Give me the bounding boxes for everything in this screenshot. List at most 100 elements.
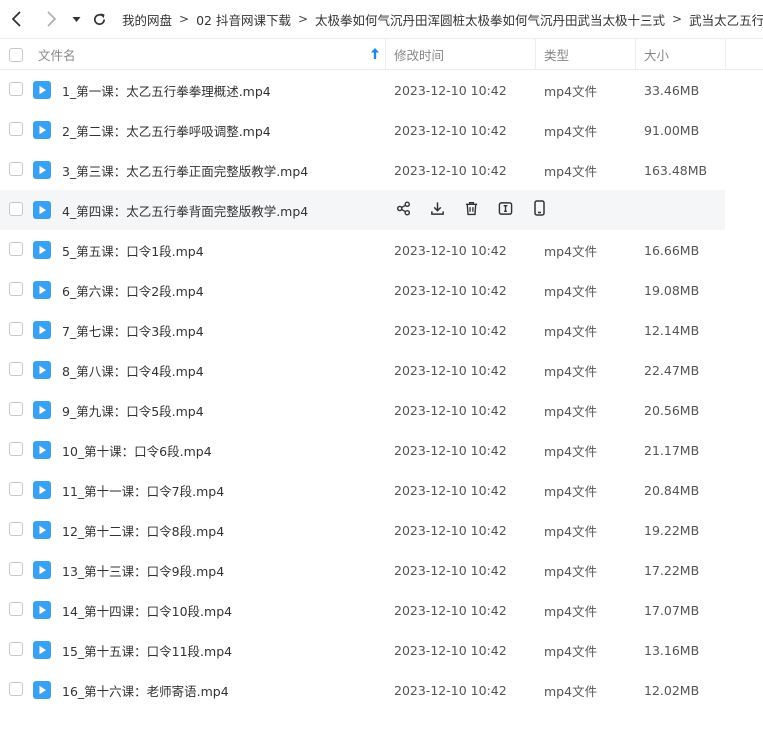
row-checkbox[interactable] [9,362,23,376]
file-name[interactable]: 11_第十一课：口令7段.mp4 [62,470,224,510]
row-checkbox[interactable] [9,322,23,336]
back-button[interactable] [4,0,30,38]
file-row[interactable]: 4_第四课：太乙五行拳背面完整版教学.mp4 [0,190,725,230]
refresh-button[interactable] [86,0,112,38]
column-header-modified[interactable]: 修改时间 [394,39,444,70]
row-checkbox[interactable] [9,522,23,536]
row-checkbox[interactable] [9,122,23,136]
file-row[interactable]: 5_第五课：口令1段.mp4 2023-12-10 10:42 mp4文件 16.66… [0,230,725,270]
file-row[interactable]: 8_第八课：口令4段.mp4 2023-12-10 10:42 mp4文件 22.47… [0,350,725,390]
file-row[interactable]: 2_第二课：太乙五行拳呼吸调整.mp4 2023-12-10 10:42 mp4文件… [0,110,725,150]
modified-time: 2023-12-10 10:42 [394,362,507,378]
modified-time: 2023-12-10 10:42 [394,442,507,458]
file-name[interactable]: 1_第一课：太乙五行拳拳理概述.mp4 [62,70,271,110]
file-size: 17.22MB [644,562,700,578]
breadcrumb-item[interactable]: 02 抖音网课下载 [196,10,291,29]
file-row[interactable]: 12_第十二课：口令8段.mp4 2023-12-10 10:42 mp4文件 19.… [0,510,725,550]
history-dropdown-button[interactable] [68,0,84,38]
file-row[interactable]: 15_第十五课：口令11段.mp4 2023-12-10 10:42 mp4文件 13… [0,630,725,670]
file-row[interactable]: 1_第一课：太乙五行拳拳理概述.mp4 2023-12-10 10:42 mp4文件… [0,70,725,110]
row-checkbox[interactable] [9,482,23,496]
file-name[interactable]: 7_第七课：口令3段.mp4 [62,310,204,350]
file-name[interactable]: 13_第十三课：口令9段.mp4 [62,550,224,590]
forward-button[interactable] [38,0,64,38]
file-size: 16.66MB [644,242,700,258]
breadcrumb-item[interactable]: 我的网盘 [122,10,172,29]
file-name[interactable]: 10_第十课：口令6段.mp4 [62,430,212,470]
file-name[interactable]: 5_第五课：口令1段.mp4 [62,230,204,270]
file-size: 12.14MB [644,322,700,338]
navigation-bar: 我的网盘 >02 抖音网课下载 > 太极拳如何气沉丹田浑圆桩太极拳如何气沉丹田武当太极… [0,0,763,38]
file-name[interactable]: 15_第十五课：口令11段.mp4 [62,630,232,670]
video-file-icon [33,401,51,419]
breadcrumb-separator-icon: > [179,12,190,26]
file-row[interactable]: 7_第七课：口令3段.mp4 2023-12-10 10:42 mp4文件 12.14… [0,310,725,350]
row-checkbox[interactable] [9,682,23,696]
sort-ascending-icon[interactable] [371,48,379,59]
row-checkbox[interactable] [9,602,23,616]
row-checkbox[interactable] [9,562,23,576]
column-header-type[interactable]: 类型 [544,39,569,70]
chevron-left-icon [11,11,21,27]
row-checkbox[interactable] [9,442,23,456]
column-header-name[interactable]: 文件名 [38,39,76,70]
video-file-icon [33,561,51,579]
file-row[interactable]: 14_第十四课：口令10段.mp4 2023-12-10 10:42 mp4文件 17… [0,590,725,630]
column-divider[interactable] [635,39,636,70]
file-name[interactable]: 4_第四课：太乙五行拳背面完整版教学.mp4 [62,190,308,230]
file-row[interactable]: 10_第十课：口令6段.mp4 2023-12-10 10:42 mp4文件 21.1… [0,430,725,470]
row-checkbox[interactable] [9,282,23,296]
row-checkbox[interactable] [9,82,23,96]
file-name[interactable]: 8_第八课：口令4段.mp4 [62,350,204,390]
modified-time: 2023-12-10 10:42 [394,482,507,498]
video-file-icon [33,481,51,499]
column-divider[interactable] [725,39,726,70]
column-header-size[interactable]: 大小 [644,39,669,70]
share-button[interactable] [394,201,412,219]
file-name[interactable]: 12_第十二课：口令8段.mp4 [62,510,224,550]
row-checkbox[interactable] [9,162,23,176]
breadcrumb-item[interactable]: 太极拳如何气沉丹田浑圆桩太极拳如何气沉丹田武当太极十三式 [315,10,665,29]
file-row[interactable]: 9_第九课：口令5段.mp4 2023-12-10 10:42 mp4文件 20.56… [0,390,725,430]
file-name[interactable]: 16_第十六课：老师寄语.mp4 [62,670,229,710]
row-checkbox[interactable] [9,642,23,656]
select-all-checkbox[interactable] [9,48,23,62]
row-checkbox[interactable] [9,202,23,216]
row-checkbox[interactable] [9,402,23,416]
phone-icon [533,200,546,220]
file-name[interactable]: 6_第六课：口令2段.mp4 [62,270,204,310]
file-type: mp4文件 [544,523,598,539]
file-size: 91.00MB [644,122,700,138]
file-row[interactable]: 11_第十一课：口令7段.mp4 2023-12-10 10:42 mp4文件 20.… [0,470,725,510]
rename-button[interactable] [496,201,514,219]
file-type: mp4文件 [544,603,598,619]
column-divider[interactable] [535,39,536,70]
phone-button[interactable] [530,200,548,220]
file-row[interactable]: 13_第十三课：口令9段.mp4 2023-12-10 10:42 mp4文件 17.… [0,550,725,590]
column-divider[interactable] [385,39,386,70]
file-size: 13.16MB [644,642,700,658]
delete-icon [464,201,479,220]
file-size: 19.22MB [644,522,700,538]
caret-down-icon [72,16,80,22]
download-button[interactable] [428,201,446,219]
file-name[interactable]: 9_第九课：口令5段.mp4 [62,390,204,430]
video-file-icon [33,161,51,179]
file-name[interactable]: 3_第三课：太乙五行拳正面完整版教学.mp4 [62,150,308,190]
file-name[interactable]: 2_第二课：太乙五行拳呼吸调整.mp4 [62,110,271,150]
chevron-right-icon [47,11,57,27]
file-type: mp4文件 [544,243,598,259]
file-type: mp4文件 [544,483,598,499]
file-name[interactable]: 14_第十四课：口令10段.mp4 [62,590,232,630]
video-file-icon [33,361,51,379]
delete-button[interactable] [462,201,480,219]
video-file-icon [33,521,51,539]
file-row[interactable]: 6_第六课：口令2段.mp4 2023-12-10 10:42 mp4文件 19.08… [0,270,725,310]
file-row[interactable]: 3_第三课：太乙五行拳正面完整版教学.mp4 2023-12-10 10:42 mp… [0,150,725,190]
file-size: 12.02MB [644,682,700,698]
file-row[interactable]: 16_第十六课：老师寄语.mp4 2023-12-10 10:42 mp4文件 12.… [0,670,725,710]
row-checkbox[interactable] [9,242,23,256]
video-file-icon [33,201,51,219]
file-size: 22.47MB [644,362,700,378]
breadcrumb-item[interactable]: 武当太乙五行拳详 [689,10,763,29]
